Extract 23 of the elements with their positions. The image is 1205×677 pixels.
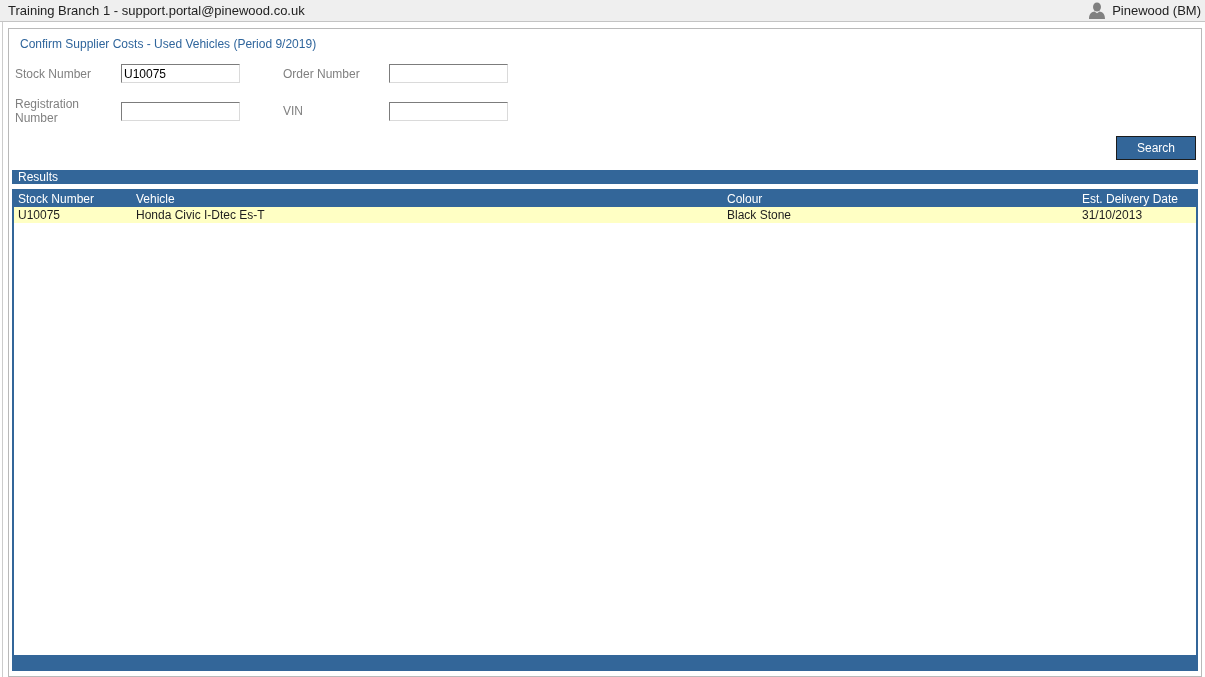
input-field[interactable] bbox=[389, 64, 508, 83]
user-icon bbox=[1089, 2, 1106, 19]
branch-user-text: Training Branch 1 - support.portal@pinewood.co.uk bbox=[8, 2, 305, 19]
table-cell-text: U10075 bbox=[17, 207, 62, 223]
table-cell-text: Honda Civic I-Dtec Es-T bbox=[135, 207, 266, 223]
table-cell-text: Black Stone bbox=[726, 207, 793, 223]
field-label: Order Number bbox=[283, 66, 361, 81]
field-label: VIN bbox=[283, 104, 304, 118]
column-header[interactable]: Vehicle bbox=[132, 191, 723, 207]
column-header[interactable]: Est. Delivery Date bbox=[1078, 191, 1196, 207]
input-field[interactable] bbox=[121, 101, 240, 121]
section-header: Results bbox=[12, 170, 1198, 184]
table-row[interactable]: U10075 Honda Civic I-Dtec Es-T Black Stone 31/10/2013 bbox=[14, 207, 1196, 223]
field-label: Registration Number bbox=[15, 97, 81, 125]
input-field[interactable] bbox=[389, 101, 508, 121]
search-button[interactable]: Search bbox=[1116, 136, 1196, 160]
field-label: Stock Number bbox=[15, 66, 93, 81]
account-name: Pinewood (BM) bbox=[1112, 2, 1201, 19]
table-cell-text: 31/10/2013 bbox=[1081, 207, 1144, 223]
input-field[interactable]: U10075 bbox=[121, 64, 240, 83]
column-header[interactable]: Stock Number bbox=[14, 191, 132, 207]
column-header[interactable]: Colour bbox=[723, 191, 1078, 207]
page-title: Confirm Supplier Costs - Used Vehicles (Period 9/2019) bbox=[19, 36, 318, 52]
